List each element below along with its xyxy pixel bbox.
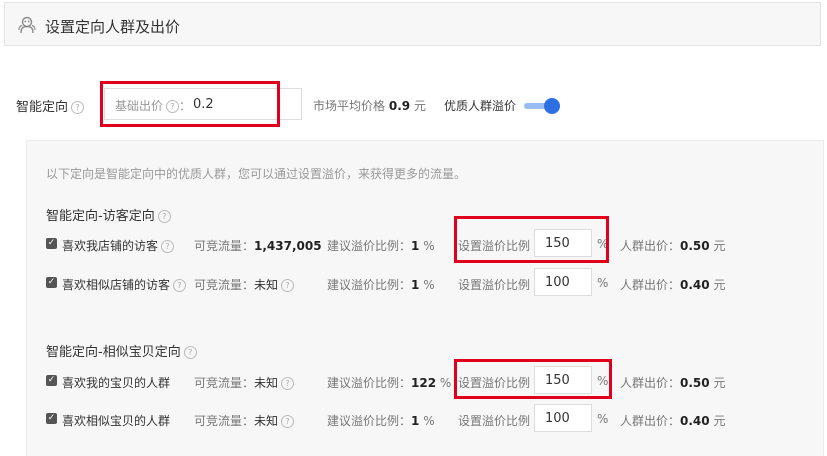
- help-icon[interactable]: ?: [183, 346, 197, 359]
- row-name: 喜欢相似店铺的访客?: [62, 276, 187, 293]
- panel-intro: 以下定向是智能定向中的优质人群，您可以通过设置溢价，来获得更多的流量。: [46, 167, 467, 181]
- row-bid: 人群出价：0.40 元: [620, 278, 726, 292]
- highlight-box: [454, 359, 612, 399]
- help-icon[interactable]: ?: [173, 279, 187, 292]
- group-title-similar-item: 智能定向-相似宝贝定向?: [46, 341, 197, 360]
- row-suggest: 建议溢价比例：1 %: [327, 414, 435, 428]
- row-name: 喜欢我店铺的访客?: [62, 237, 175, 254]
- row-traffic: 可竞流量：1,437,005: [194, 239, 322, 253]
- pct-unit: %: [597, 412, 609, 426]
- row-name: 喜欢我的宝贝的人群: [62, 376, 171, 390]
- section-header: 设置定向人群及出价: [4, 2, 821, 46]
- row-bid: 人群出价：0.40 元: [620, 414, 726, 428]
- row-checkbox[interactable]: ✓: [46, 277, 57, 288]
- help-icon[interactable]: ?: [281, 377, 295, 390]
- row-suggest: 建议溢价比例：1 %: [327, 278, 435, 292]
- premium-pct-input[interactable]: 100: [534, 268, 592, 296]
- row-checkbox[interactable]: ✓: [46, 375, 57, 386]
- row-traffic: 可竞流量：未知?: [194, 412, 295, 429]
- row-suggest: 建议溢价比例：1 %: [327, 239, 435, 253]
- premium-label: 优质人群溢价: [444, 99, 517, 113]
- row-checkbox[interactable]: ✓: [46, 413, 57, 424]
- help-icon[interactable]: ?: [281, 279, 295, 292]
- help-icon[interactable]: ?: [157, 210, 171, 223]
- premium-pct-input[interactable]: 100: [534, 404, 592, 432]
- row-bid: 人群出价：0.50 元: [620, 376, 726, 390]
- row-name: 喜欢相似宝贝的人群: [62, 414, 171, 428]
- highlight-box: [100, 81, 280, 127]
- premium-panel: [26, 140, 824, 456]
- row-suggest: 建议溢价比例：122 %: [327, 376, 452, 390]
- row-checkbox[interactable]: ✓: [46, 238, 57, 249]
- help-icon[interactable]: ?: [71, 101, 85, 114]
- row-traffic: 可竞流量：未知?: [194, 374, 295, 391]
- highlight-box: [454, 216, 609, 263]
- market-average: 市场平均价格 0.9 元: [313, 99, 426, 113]
- help-icon[interactable]: ?: [281, 415, 295, 428]
- help-icon[interactable]: ?: [161, 240, 175, 253]
- row-traffic: 可竞流量：未知?: [194, 276, 295, 293]
- row-set-label: 设置溢价比例: [458, 278, 531, 292]
- premium-toggle[interactable]: [524, 98, 560, 114]
- pct-unit: %: [597, 276, 609, 290]
- group-title-visitor: 智能定向-访客定向?: [46, 205, 171, 224]
- row-bid: 人群出价：0.50 元: [620, 239, 726, 253]
- smart-targeting-label: 智能定向?: [16, 96, 85, 115]
- section-title: 设置定向人群及出价: [45, 18, 181, 36]
- people-group-icon: [18, 16, 36, 34]
- row-set-label: 设置溢价比例: [458, 414, 531, 428]
